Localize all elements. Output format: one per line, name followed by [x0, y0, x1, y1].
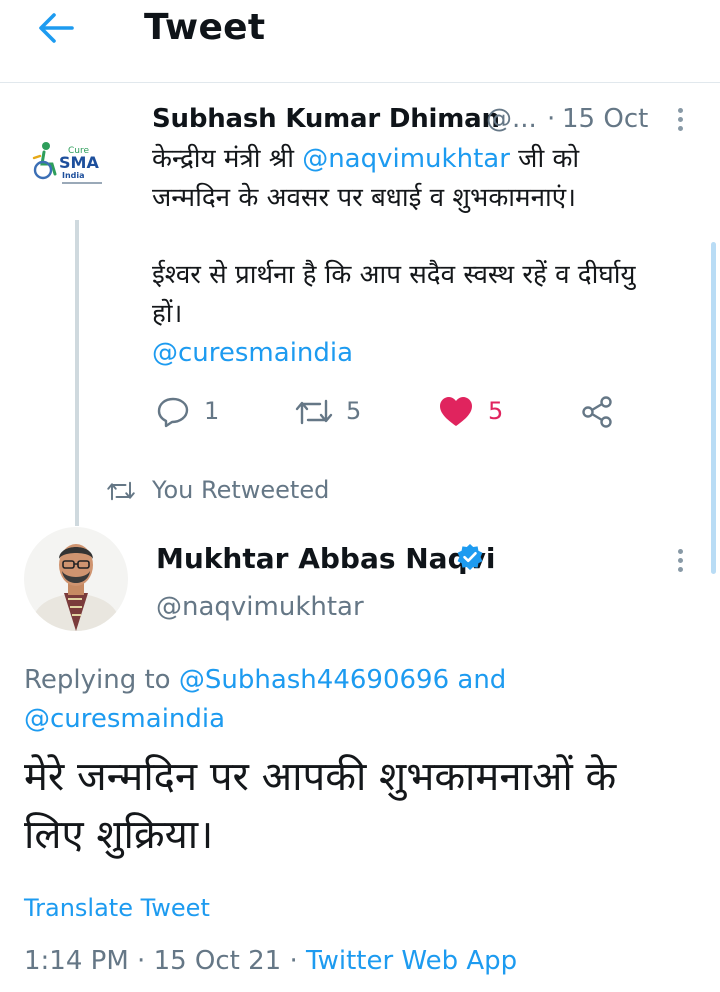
mention-link[interactable]: @Subhash44690696: [179, 665, 449, 695]
scrollbar[interactable]: [711, 242, 716, 574]
verified-badge-icon: [456, 543, 484, 571]
main-tweet-text: मेरे जन्मदिन पर आपकी शुभकामनाओं के लिए श…: [24, 748, 704, 864]
retweet-button[interactable]: 5: [294, 392, 374, 432]
main-author-handle[interactable]: @naqvimukhtar: [156, 592, 364, 622]
separator-dot: ·: [547, 104, 556, 134]
parent-text-line: हों।: [152, 299, 183, 329]
parent-text-line: केन्द्रीय मंत्री श्री @naqvimukhtar जी क…: [152, 144, 580, 174]
main-more-options-button[interactable]: [670, 545, 690, 579]
reply-button[interactable]: 1: [156, 392, 236, 432]
retweeted-label: You Retweeted: [152, 476, 330, 504]
parent-more-options-button[interactable]: [670, 104, 690, 138]
parent-tweet-text: केन्द्रीय मंत्री श्री @naqvimukhtar जी क…: [152, 140, 692, 373]
reply-icon: [157, 397, 189, 428]
retweet-icon: [295, 399, 333, 425]
translate-tweet-link[interactable]: Translate Tweet: [24, 894, 210, 922]
share-button[interactable]: [580, 392, 616, 432]
logo-sma-text: SMA: [59, 153, 99, 172]
tweet-metadata: 1:14 PM · 15 Oct 21 · Twitter Web App: [24, 946, 518, 976]
parent-author-name[interactable]: Subhash Kumar Dhiman: [152, 104, 500, 134]
share-icon: [582, 396, 612, 428]
heart-icon: [440, 397, 472, 426]
logo-india-text: India: [62, 171, 85, 180]
main-text-line: मेरे जन्मदिन पर आपकी शुभकामनाओं के: [24, 754, 617, 800]
parent-author-handle[interactable]: @...: [486, 104, 537, 134]
page-title: Tweet: [144, 7, 266, 48]
avatar[interactable]: [24, 527, 128, 631]
parent-text-line: ईश्वर से प्रार्थना है कि आप सदैव स्वस्थ …: [152, 260, 636, 290]
tweet-time: 1:14 PM: [24, 946, 129, 976]
back-button[interactable]: [34, 10, 78, 46]
mention-link[interactable]: @curesmaindia: [24, 700, 506, 739]
more-dot-icon: [677, 108, 683, 113]
cure-sma-logo: Cure SMA India: [26, 128, 118, 194]
like-count: 5: [488, 397, 504, 425]
parent-text-line: जन्मदिन के अवसर पर बधाई व शुभकामनाएं।: [152, 183, 576, 213]
more-dot-icon: [677, 549, 683, 554]
retweet-count: 5: [346, 397, 362, 425]
mention-link[interactable]: @curesmaindia: [152, 334, 692, 373]
replying-to: Replying to @Subhash44690696 and @curesm…: [24, 661, 506, 739]
mention-link[interactable]: @naqvimukhtar: [302, 144, 510, 174]
top-app-bar: Tweet: [0, 0, 720, 83]
thread-connector: [75, 220, 79, 526]
like-button[interactable]: 5: [438, 392, 518, 432]
tweet-date: 15 Oct 21: [153, 946, 282, 976]
main-text-line: लिए शुक्रिया।: [24, 812, 214, 858]
retweet-icon: [107, 481, 135, 501]
arrow-left-icon: [39, 13, 74, 43]
main-author-name[interactable]: Mukhtar Abbas Naqvi: [156, 542, 495, 575]
tweet-detail-page: Tweet Cure SMA India Subhash Kumar Dhima…: [0, 0, 720, 992]
parent-tweet-date[interactable]: 15 Oct: [562, 104, 648, 134]
reply-count: 1: [204, 397, 220, 425]
profile-photo: [24, 527, 128, 631]
avatar[interactable]: Cure SMA India: [26, 128, 118, 194]
tweet-source-link[interactable]: Twitter Web App: [306, 946, 517, 976]
